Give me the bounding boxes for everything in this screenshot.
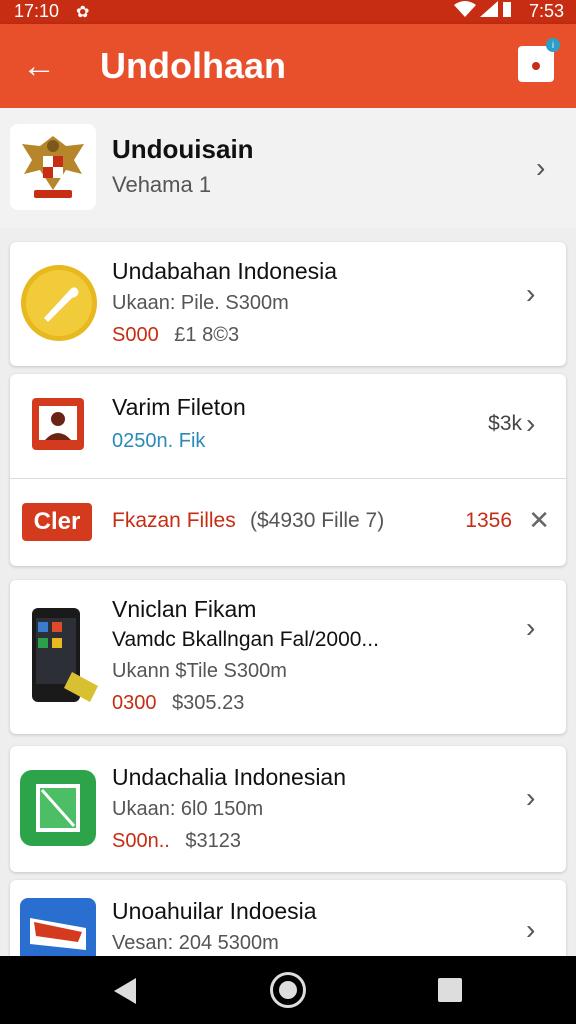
system-navigation-bar [0,956,576,1024]
item-price: S000 £1 8©3 [112,324,239,347]
notification-icon: ✿ [76,4,90,21]
item-price: 0300 $305.23 [112,692,244,715]
item-subtitle: Ukaan: 6l0 150m [112,798,264,820]
price-red: S000 [112,324,159,346]
chevron-right-icon: › [526,782,536,813]
header-title: Undouisain [112,134,254,164]
wifi-icon [454,1,476,17]
item-title: Undachalia Indonesian [112,764,347,790]
contact-card-icon [32,398,84,455]
header-item[interactable]: Undouisain Vehama 1 › [0,108,576,228]
list-group: Varim Fileton 0250n. Fik $3k › Cler Fkaz… [10,374,566,566]
price-red: 0300 [112,692,157,714]
item-subtitle: Ukaan: Pile. S300m [112,292,289,314]
list-item[interactable]: Vniclan Fikam Vamdc Bkallngan Fal/2000..… [10,580,566,734]
signal-icon [480,1,498,17]
emblem-logo [10,124,96,210]
yellow-tool-icon [20,264,98,347]
status-time-left: 17:10 [14,1,60,21]
action-dot-icon [532,62,540,70]
status-time-right: 7:53 [528,1,564,21]
list-item[interactable]: Undachalia Indonesian Ukaan: 6l0 150m S0… [10,746,566,872]
chevron-right-icon: › [526,914,536,945]
chevron-right-icon: › [526,408,536,439]
header-subtitle: Vehama 1 [112,172,212,197]
item-count: 1356 [465,509,512,532]
item-subtitle: 0250n. Fik [112,430,206,452]
item-price: S00n.. $3123 [112,830,241,853]
list-item[interactable]: Undabahan Indonesia Ukaan: Pile. S300m S… [10,242,566,366]
chevron-right-icon: › [526,278,536,309]
cler-logo: Cler [22,503,92,541]
nav-back-icon[interactable] [114,978,136,1004]
item-trailing-value: $3k [488,412,522,435]
price-grey: $3123 [185,830,242,852]
close-icon[interactable]: ✕ [528,507,550,533]
phone-icon [28,606,106,711]
item-subtitle: Vesan: 204 5300m [112,932,279,954]
garuda-emblem-icon [22,136,84,198]
status-bar: 17:10 ✿ 7:53 [0,0,576,24]
price-grey: £1 8©3 [174,324,240,346]
item-title: Vniclan Fikam [112,596,257,622]
action-button[interactable]: i [518,38,560,82]
chevron-right-icon: › [526,612,536,643]
battery-icon [503,2,511,17]
info-badge: i [546,38,560,52]
price-grey: $305.23 [172,692,245,714]
nav-recents-icon[interactable] [438,978,462,1002]
price-red: S00n.. [112,830,170,852]
page-title: Undolhaan [100,45,286,86]
app-bar: ← Undolhaan i [0,24,576,108]
item-title: Fkazan Filles [112,509,236,532]
green-document-icon [20,770,96,851]
list-item[interactable]: Cler Fkazan Filles ($4930 Fille 7) 1356 … [10,479,566,566]
item-detail: ($4930 Fille 7) [250,509,385,532]
back-arrow-icon[interactable]: ← [22,46,56,86]
list-item[interactable]: Varim Fileton 0250n. Fik $3k › [10,374,566,478]
chevron-right-icon: › [536,152,546,183]
item-line2: Vamdc Bkallngan Fal/2000... [112,628,379,651]
item-title: Unoahuilar Indoesia [112,898,317,924]
item-subtitle: Ukann $Tile S300m [112,660,287,682]
item-title: Varim Fileton [112,394,246,420]
item-title: Undabahan Indonesia [112,258,338,284]
system-icons [454,1,512,17]
nav-home-icon[interactable] [270,972,306,1008]
